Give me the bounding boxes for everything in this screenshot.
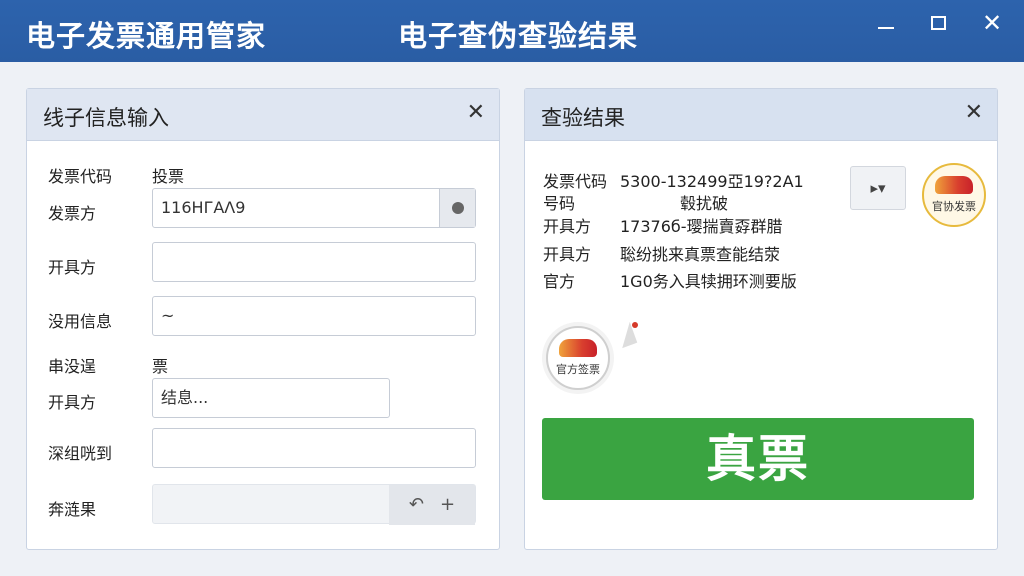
input-panel-title: 线子信息输入 [43, 106, 169, 130]
result-input: ↶ + [152, 484, 476, 525]
pointer-dot-icon [632, 322, 638, 328]
close-window-button[interactable]: ✕ [974, 10, 1010, 38]
tool-group: ↶ + [389, 485, 475, 525]
play-dropdown-button[interactable]: ▸▾ [850, 166, 906, 210]
serial-label: 串没逞 [48, 357, 97, 376]
invoice-party-label: 发票方 [48, 204, 97, 223]
stamp-text: 官方签票 [556, 363, 600, 376]
lookup-button[interactable] [439, 189, 475, 227]
minimize-icon [878, 27, 894, 29]
invoice-party-value: 116HГAΛ9 [161, 198, 246, 217]
official-seal-icon: 官协发票 [922, 163, 986, 227]
maximize-icon [930, 16, 946, 30]
invoice-party-input[interactable]: 116HГAΛ9 [152, 188, 476, 228]
info-label-issuer-2: 开具方 [543, 245, 592, 264]
extra-info-input[interactable]: ~ [152, 296, 476, 336]
maximize-button[interactable] [920, 10, 956, 38]
issuer-input[interactable] [152, 242, 476, 282]
official-stamp-icon: 官方签票 [546, 326, 610, 390]
info-value-number: 毂扰破 [680, 194, 729, 213]
issuer-select[interactable]: 结息... [152, 378, 390, 418]
result-label: 奔涟果 [48, 500, 97, 519]
extra-info-label: 没用信息 [48, 312, 113, 331]
window-title: 电子查伪查验结果 [398, 19, 639, 53]
verification-result: 真票 [542, 418, 974, 500]
input-panel-close-icon[interactable]: ✕ [467, 101, 485, 125]
invoice-code-value: 投票 [152, 167, 185, 186]
stamp-wave-icon [559, 339, 597, 357]
info-label-issuer: 开具方 [543, 217, 592, 236]
info-label-number: 号码 [543, 194, 576, 213]
depth-label: 深组咣到 [48, 444, 113, 463]
add-icon[interactable]: + [440, 486, 455, 524]
input-panel-header: 线子信息输入 ✕ [27, 89, 499, 141]
info-value-official: 1G0务入具犊拥环测要版 [620, 272, 797, 291]
issuer-label-2: 开具方 [48, 393, 97, 412]
info-value-issuer-2: 聡纷挑来真票查能结荥 [620, 245, 781, 264]
info-label-official: 官方 [543, 272, 576, 291]
seal-top-text: 官协发票 [932, 200, 976, 213]
undo-icon[interactable]: ↶ [409, 486, 424, 524]
result-panel-title: 查验结果 [541, 106, 625, 130]
depth-input[interactable] [152, 428, 476, 468]
info-value-code: 5300-132499亞19?2A1 [620, 172, 804, 191]
issuer-label: 开具方 [48, 258, 97, 277]
circle-icon [451, 202, 464, 214]
minimize-button[interactable] [868, 10, 904, 38]
result-panel-header: 查验结果 ✕ [525, 89, 997, 141]
seal-wave-icon [935, 176, 973, 194]
info-label-code: 发票代码 [543, 172, 608, 191]
invoice-code-label: 发票代码 [48, 167, 113, 186]
serial-value: 票 [152, 357, 169, 376]
app-title: 电子发票通用管家 [26, 19, 267, 53]
info-value-issuer: 17376б-璎揣賣孬群腊 [620, 217, 783, 236]
title-bar: 电子发票通用管家 电子查伪查验结果 ✕ [0, 0, 1024, 62]
result-panel-close-icon[interactable]: ✕ [965, 101, 983, 125]
